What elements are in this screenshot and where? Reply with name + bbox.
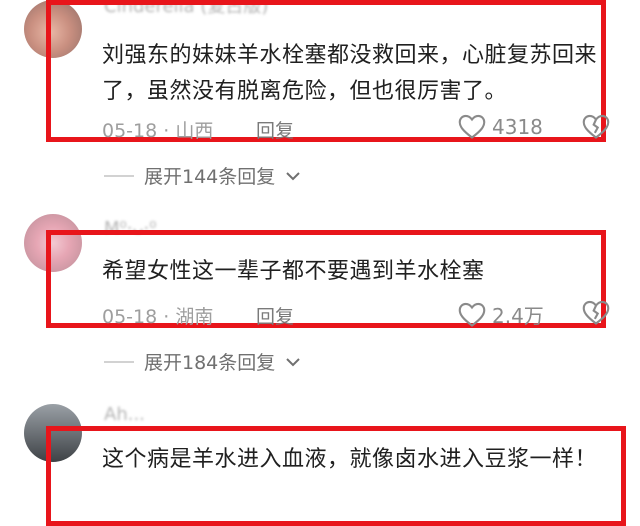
comment-meta: 05-18 · 湖南	[102, 302, 213, 329]
like-button[interactable]: 4318	[458, 114, 543, 140]
comment-text: 希望女性这一辈子都不要遇到羊水栓塞	[102, 259, 485, 284]
username[interactable]: Ah...	[104, 404, 145, 425]
comment-location: 湖南	[175, 306, 214, 328]
reply-button[interactable]: 回复	[256, 302, 294, 329]
dislike-button[interactable]	[582, 300, 610, 330]
comment-date: 05-18	[102, 120, 158, 142]
like-count: 2.4万	[492, 304, 544, 328]
meta-separator: ·	[157, 120, 176, 142]
like-button[interactable]: 2.4万	[458, 300, 544, 329]
comment-text: 这个病是羊水进入血液，就像卤水进入豆浆一样！	[102, 447, 598, 472]
chevron-down-icon	[286, 171, 300, 180]
meta-separator: ·	[157, 306, 176, 328]
expand-replies-button[interactable]: 展开144条回复	[104, 162, 301, 189]
heart-outline-icon	[458, 302, 486, 327]
comment-location: 山西	[175, 120, 214, 142]
divider	[104, 360, 134, 363]
expand-replies-button[interactable]: 展开184条回复	[104, 348, 301, 375]
broken-heart-icon	[582, 300, 610, 325]
chevron-down-icon	[286, 357, 300, 366]
heart-outline-icon	[458, 114, 486, 139]
divider	[104, 174, 134, 177]
like-count: 4318	[492, 115, 543, 139]
expand-replies-label: 展开184条回复	[144, 352, 276, 374]
reply-button[interactable]: 回复	[256, 116, 294, 143]
comment-date: 05-18	[102, 306, 158, 328]
dislike-button[interactable]	[582, 114, 610, 144]
expand-replies-label: 展开144条回复	[144, 166, 276, 188]
comment-text: 刘强东的妹妹羊水栓塞都没救回来，心脏复苏回来了，虽然没有脱离危险，但也很厉害了。	[102, 43, 598, 104]
broken-heart-icon	[582, 114, 610, 139]
comment-meta: 05-18 · 山西	[102, 116, 213, 143]
